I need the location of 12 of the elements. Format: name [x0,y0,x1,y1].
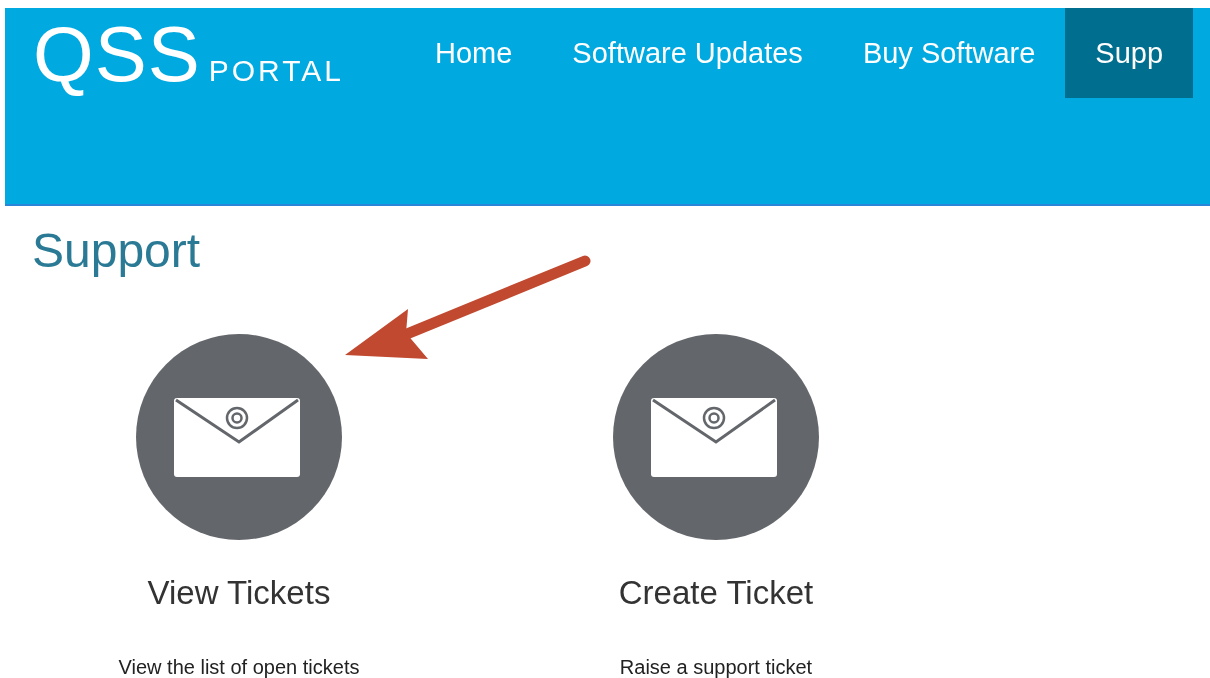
nav-link[interactable]: Home [405,8,543,98]
card-description: View the list of open tickets [118,656,360,678]
logo[interactable]: QSS PORTAL [5,8,405,94]
card-title[interactable]: View Tickets [147,574,331,612]
card-title[interactable]: Create Ticket [618,574,814,612]
nav-link[interactable]: Buy Software [832,8,1066,98]
nav-link[interactable]: Supp [1065,8,1194,98]
nav-link[interactable]: Software Updates [542,8,833,98]
mail-icon[interactable] [613,334,819,540]
page-title: Support [32,223,202,279]
mail-icon[interactable] [136,334,342,540]
card-description: Raise a support ticket [619,656,813,678]
